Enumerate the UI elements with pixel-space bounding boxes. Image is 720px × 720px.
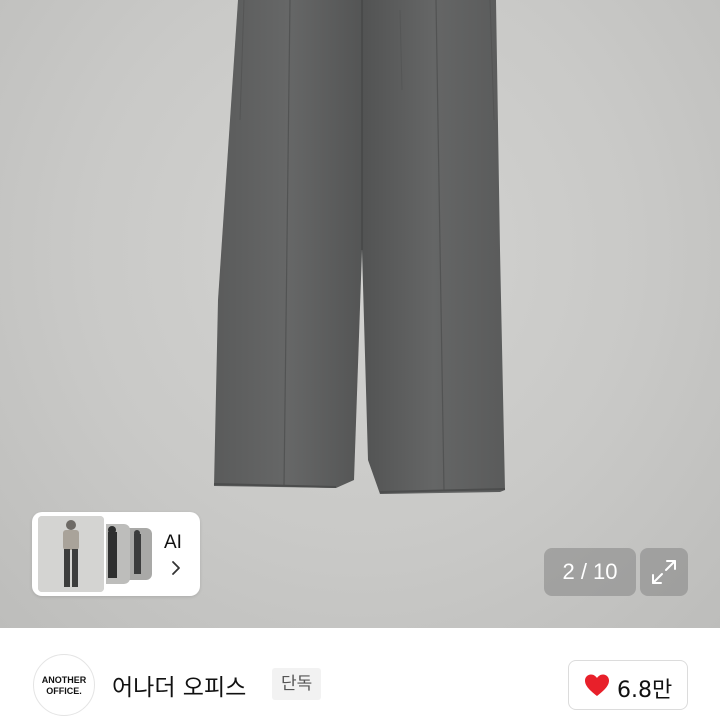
image-counter: 2 / 10	[544, 548, 636, 596]
brand-bar: ANOTHER OFFICE. 어나더 오피스 단독 6.8만	[0, 628, 720, 720]
heart-icon	[585, 674, 609, 696]
expand-icon	[652, 560, 676, 584]
chevron-right-icon[interactable]	[170, 560, 182, 576]
brand-logo-line1: ANOTHER	[41, 675, 87, 685]
like-count: 6.8만	[617, 678, 673, 703]
ai-preview-card[interactable]: AI	[32, 512, 200, 596]
like-button[interactable]: 6.8만	[568, 660, 688, 710]
ai-thumbnail-1	[36, 514, 106, 594]
exclusive-badge: 단독	[272, 668, 322, 700]
ai-label: AI	[164, 532, 182, 553]
brand-name[interactable]: 어나더 오피스	[112, 668, 246, 702]
brand-logo[interactable]: ANOTHER OFFICE.	[33, 654, 95, 716]
ai-preview-thumbnails	[36, 514, 154, 594]
expand-image-button[interactable]	[640, 548, 688, 596]
brand-logo-line2: OFFICE.	[46, 686, 82, 696]
